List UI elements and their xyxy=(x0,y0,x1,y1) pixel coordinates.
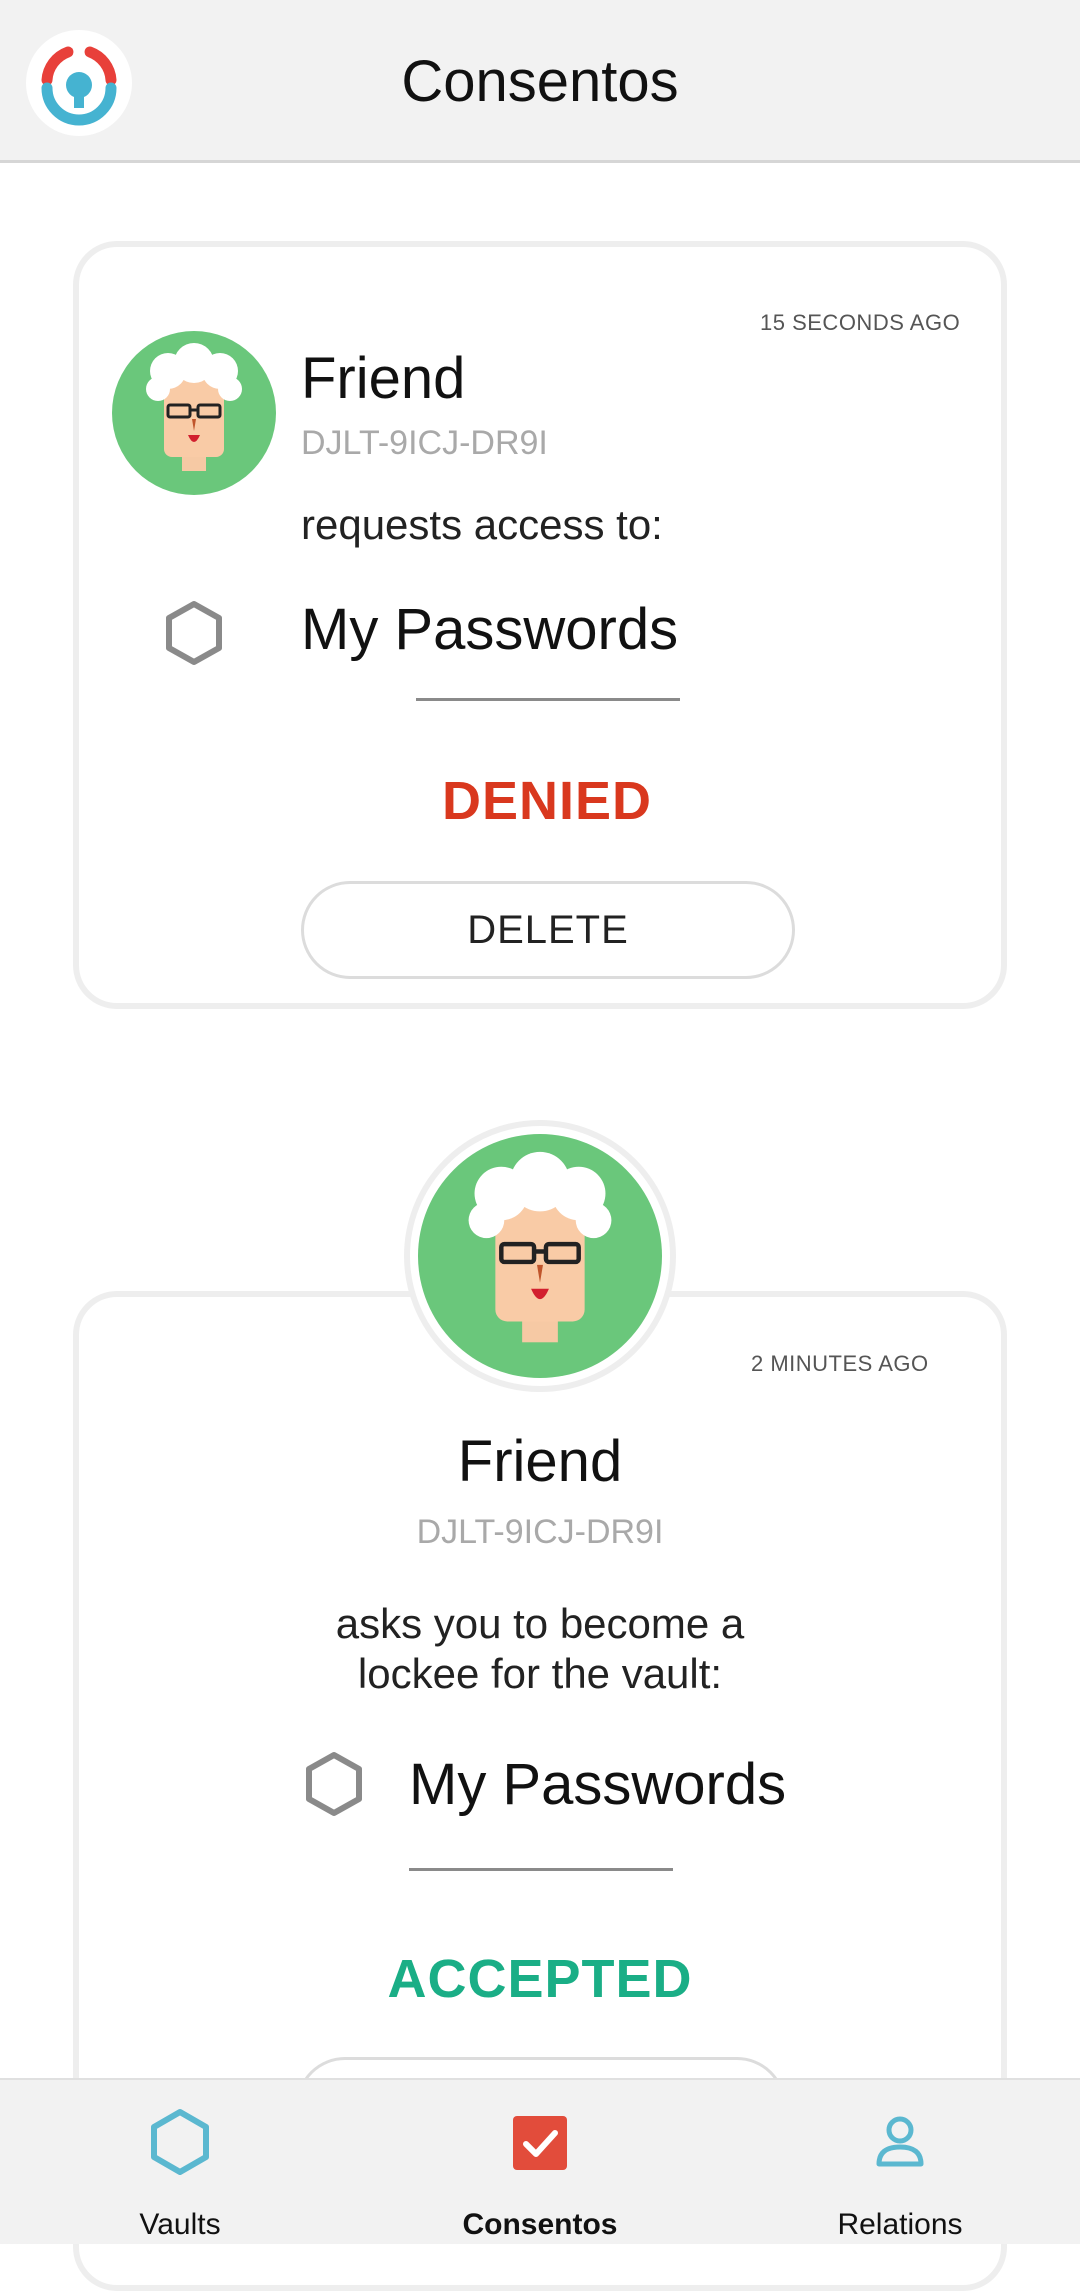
vault-name[interactable]: My Passwords xyxy=(301,596,678,663)
avatar xyxy=(418,1134,662,1378)
nav-item-vaults[interactable]: Vaults xyxy=(0,2080,360,2246)
person-icon xyxy=(874,2114,926,2175)
status-badge: DENIED xyxy=(441,771,653,831)
divider xyxy=(416,698,680,701)
nav-item-relations[interactable]: Relations xyxy=(720,2080,1080,2246)
inviter-name: Friend xyxy=(457,1429,623,1494)
nav-item-consentos[interactable]: Consentos xyxy=(360,2080,720,2246)
timestamp: 15 SECONDS AGO xyxy=(760,310,961,335)
requester-name: Friend xyxy=(301,346,466,411)
request-description: requests access to: xyxy=(301,501,663,548)
inviter-code: DJLT-9ICJ-DR9I xyxy=(416,1513,664,1551)
delete-button[interactable]: DELETE xyxy=(301,881,795,979)
vault-name[interactable]: My Passwords xyxy=(409,1751,786,1818)
invite-description-line2: lockee for the vault: xyxy=(357,1650,723,1697)
avatar xyxy=(112,331,276,495)
status-badge: ACCEPTED xyxy=(387,1949,693,2009)
check-box-icon xyxy=(513,2116,567,2175)
hexagon-icon xyxy=(304,1751,364,1822)
hexagon-icon xyxy=(149,2108,211,2181)
timestamp: 2 MINUTES AGO xyxy=(751,1351,929,1376)
page-title: Consentos xyxy=(401,49,679,114)
hexagon-icon xyxy=(164,600,224,671)
requester-code: DJLT-9ICJ-DR9I xyxy=(301,424,548,462)
bottom-navigation: Vaults Consentos Relations xyxy=(0,2078,1080,2244)
nav-label-vaults: Vaults xyxy=(139,2208,221,2241)
app-header: Consentos xyxy=(0,0,1080,163)
invite-description-line1: asks you to become a xyxy=(335,1600,745,1647)
divider xyxy=(409,1868,673,1871)
nav-label-consentos: Consentos xyxy=(462,2208,618,2241)
nav-label-relations: Relations xyxy=(837,2208,963,2241)
